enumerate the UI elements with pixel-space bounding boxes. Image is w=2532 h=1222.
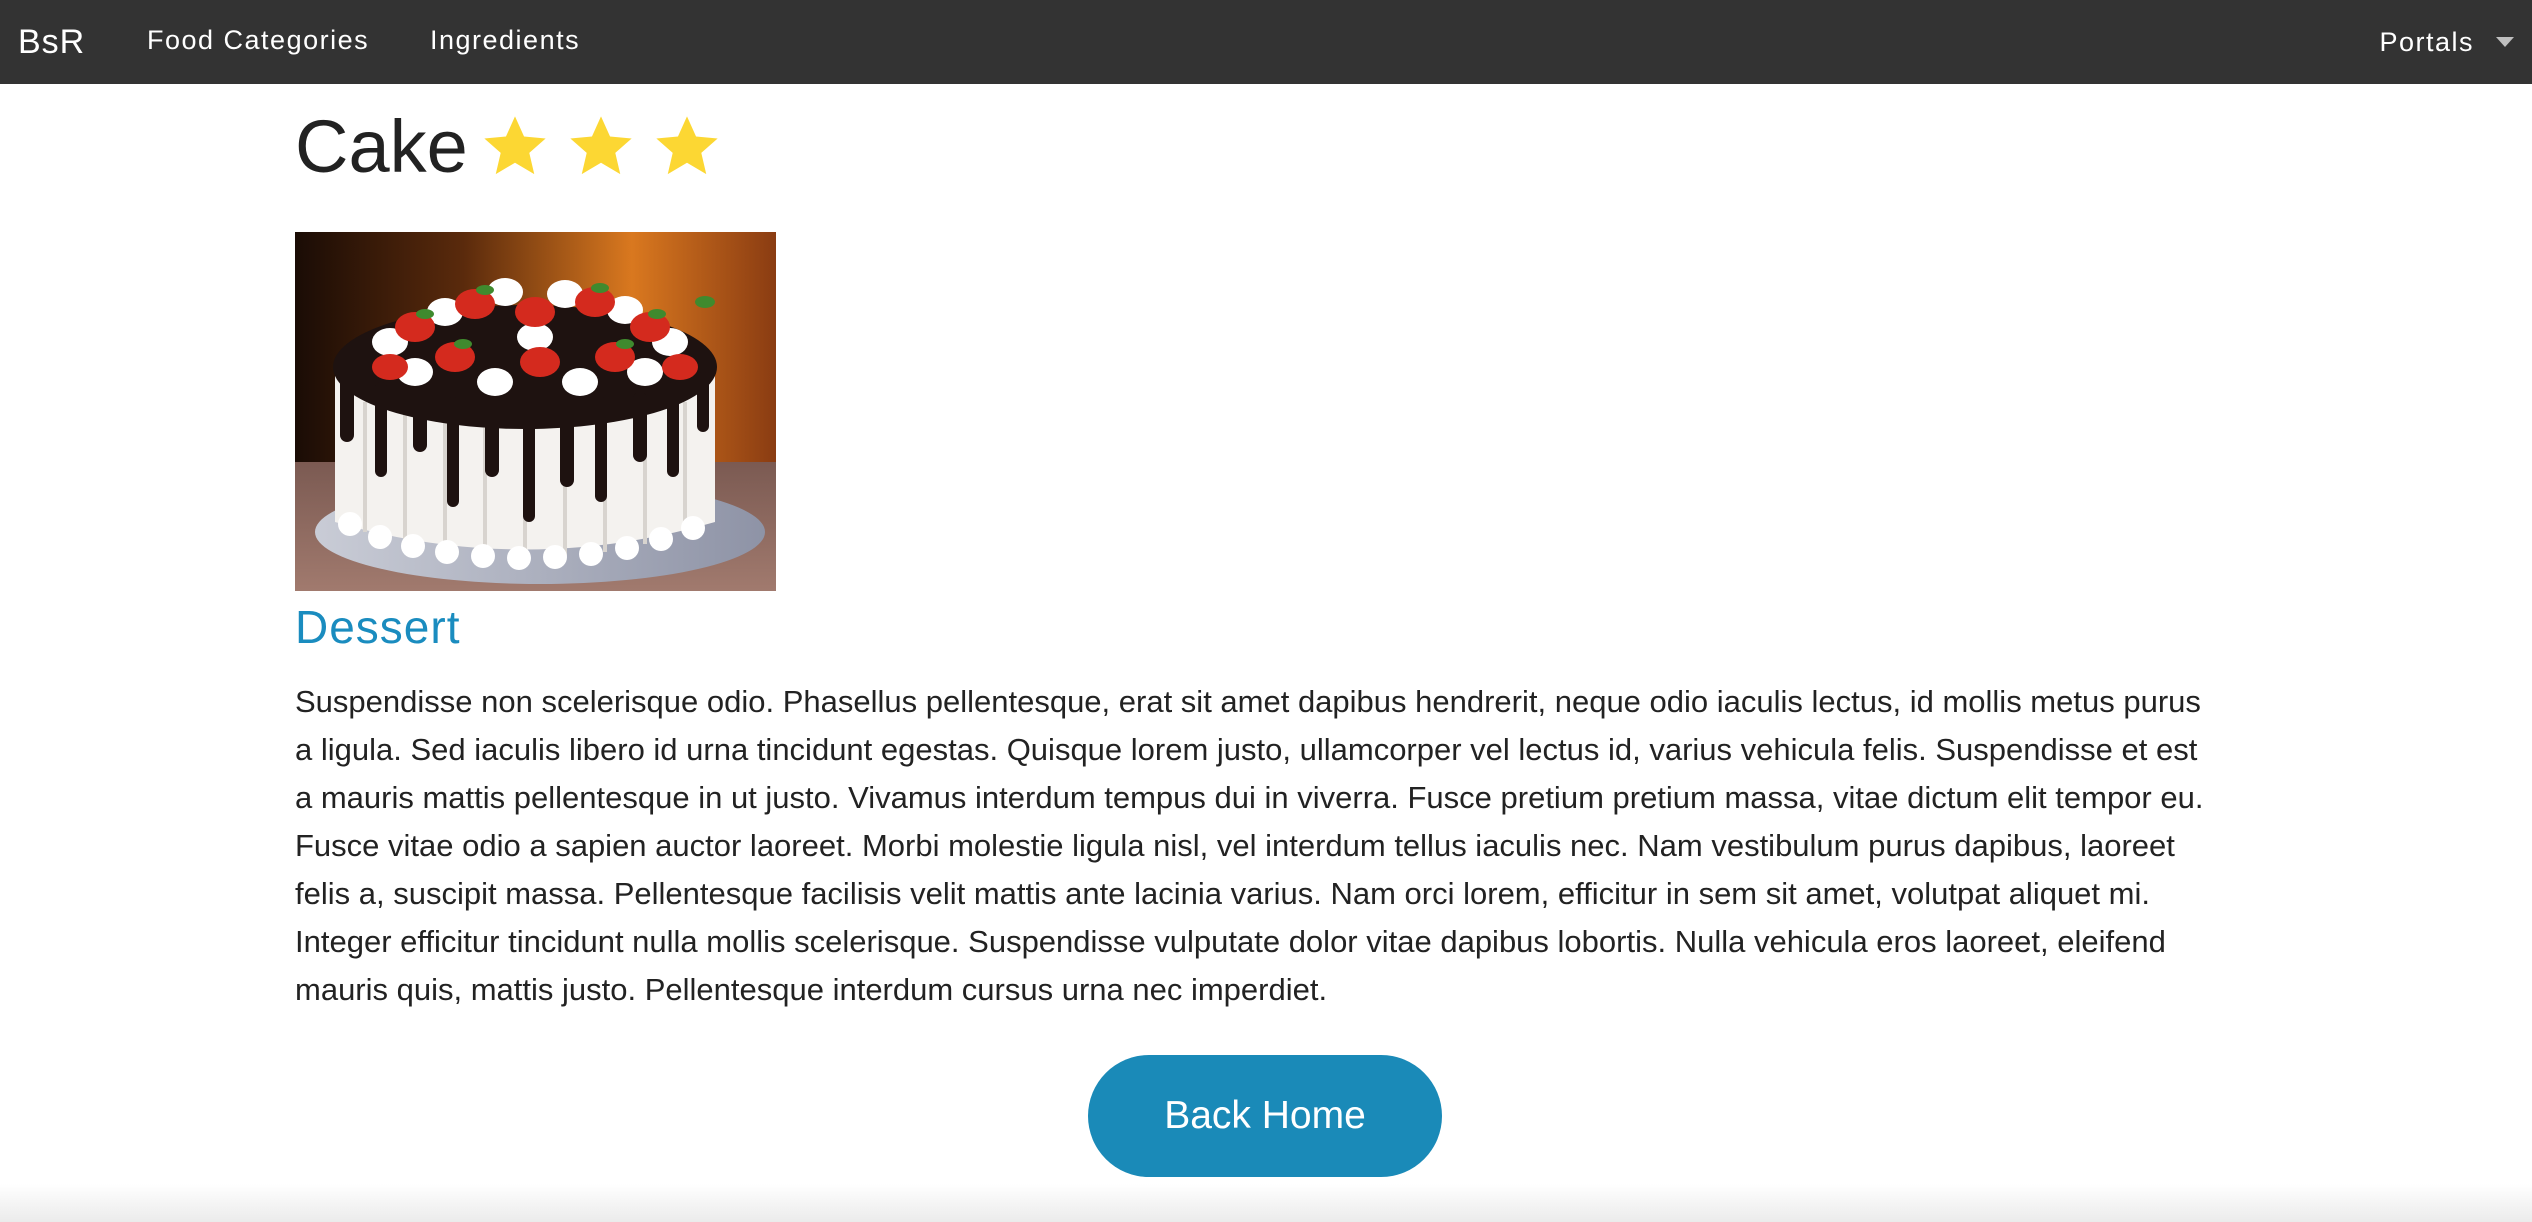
nav-food-categories[interactable]: Food Categories <box>147 0 369 84</box>
bottom-shadow <box>0 1184 2532 1222</box>
nav-ingredients[interactable]: Ingredients <box>430 0 580 84</box>
back-home-button[interactable]: Back Home <box>1088 1055 1442 1177</box>
description-text: Suspendisse non scelerisque odio. Phasel… <box>295 684 2204 1007</box>
cake-photo <box>295 232 776 591</box>
rating-stars <box>480 112 738 182</box>
star-icon <box>656 116 718 175</box>
category-link[interactable]: Dessert <box>295 600 460 654</box>
top-navbar: BsR Food Categories Ingredients Portals <box>0 0 2532 84</box>
portals-dropdown[interactable]: Portals <box>2379 0 2514 84</box>
caret-down-icon <box>2496 37 2514 47</box>
brand-logo[interactable]: BsR <box>18 0 85 84</box>
portals-label: Portals <box>2379 26 2474 57</box>
title-row: Cake <box>295 102 738 192</box>
star-icon <box>484 116 546 175</box>
page-title: Cake <box>295 105 468 188</box>
star-icon <box>570 116 632 175</box>
